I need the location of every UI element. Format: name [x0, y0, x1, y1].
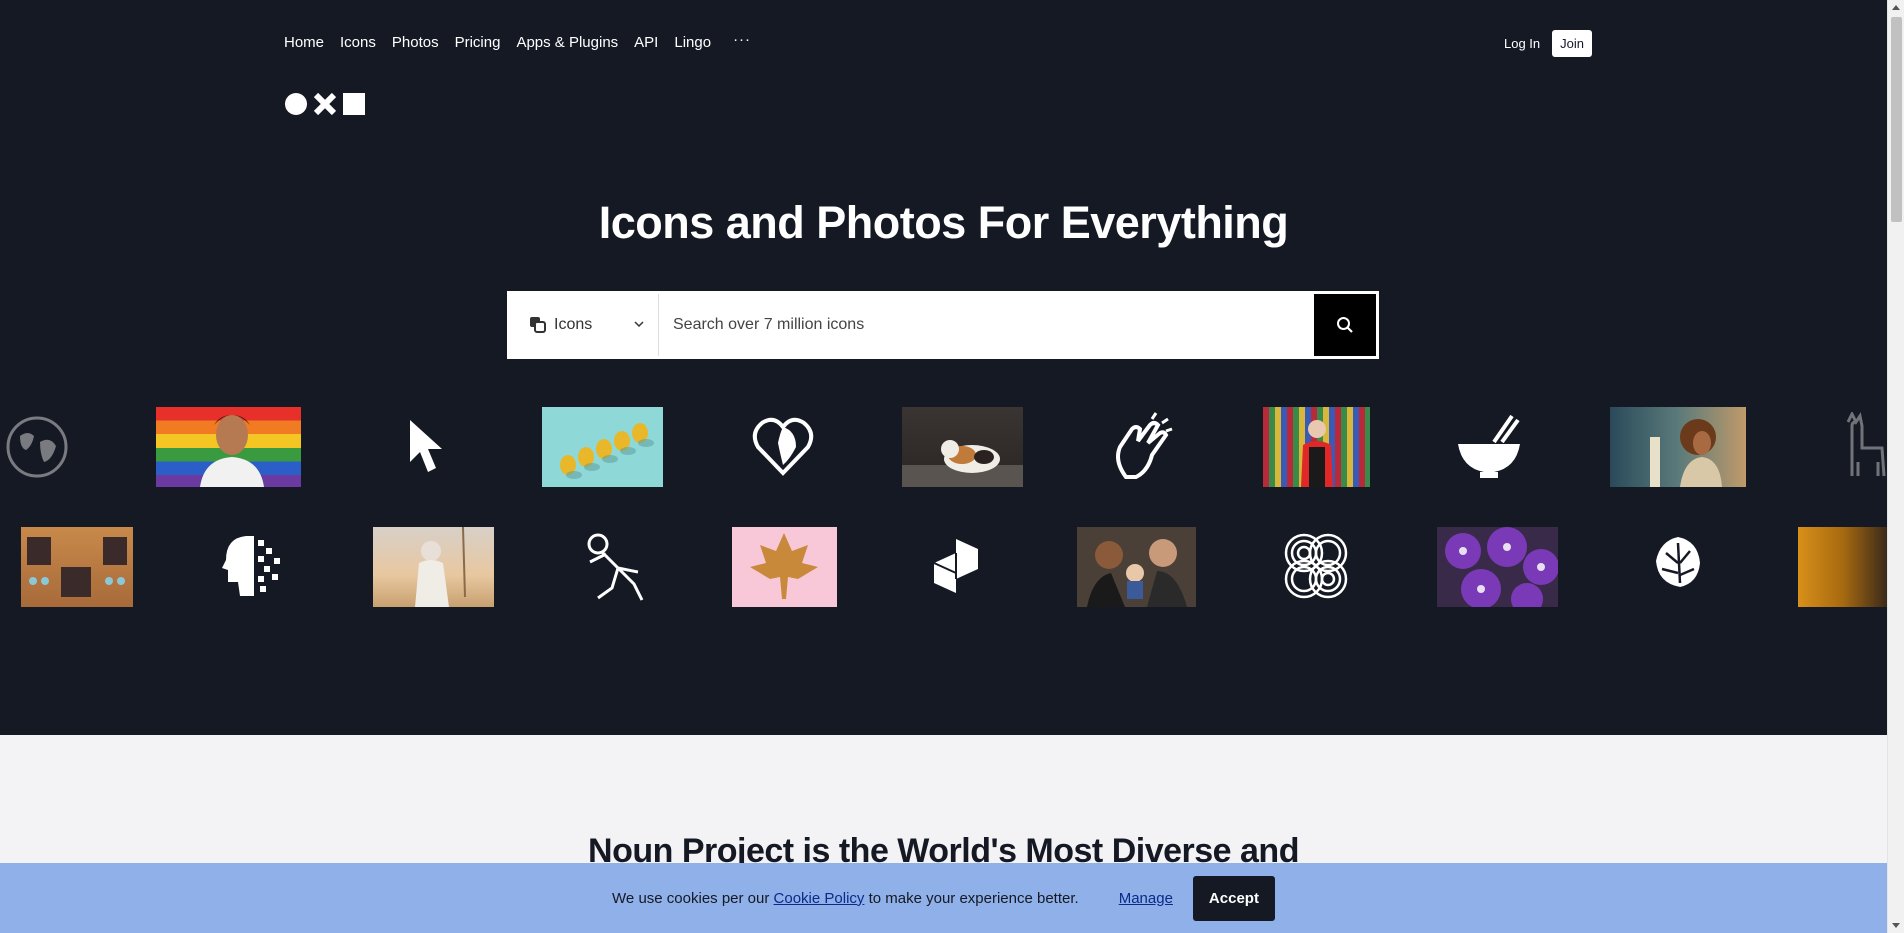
maple-leaf-photo[interactable]: [732, 527, 837, 607]
hero-section: Home Icons Photos Pricing Apps & Plugins…: [0, 0, 1887, 735]
monstera-leaf-icon[interactable]: [1650, 533, 1704, 599]
scroll-up-arrow-icon[interactable]: [1892, 5, 1900, 10]
family-photo[interactable]: [1077, 527, 1196, 607]
noun-project-logo[interactable]: [284, 92, 366, 116]
manage-cookies-link[interactable]: Manage: [1119, 890, 1173, 907]
nav-lingo[interactable]: Lingo: [674, 34, 711, 51]
logo-square-icon: [343, 93, 365, 115]
logo-cross-icon: [313, 92, 337, 116]
blocks-icon[interactable]: [928, 535, 984, 597]
chevron-down-icon: [634, 321, 644, 328]
accept-cookies-button[interactable]: Accept: [1192, 875, 1275, 921]
join-button[interactable]: Join: [1552, 30, 1593, 57]
globe-icon[interactable]: [6, 416, 68, 478]
scroll-thumb[interactable]: [1891, 17, 1902, 222]
spiral-knot-icon[interactable]: [1282, 531, 1350, 601]
cat-photo[interactable]: [902, 407, 1023, 487]
top-navigation: Home Icons Photos Pricing Apps & Plugins…: [284, 32, 751, 51]
cookie-text-after: to make your experience better.: [864, 889, 1079, 907]
login-link[interactable]: Log In: [1504, 36, 1540, 51]
heart-face-icon[interactable]: [750, 413, 816, 479]
search-type-dropdown[interactable]: Icons: [510, 294, 659, 356]
clapping-hands-icon[interactable]: [1108, 411, 1174, 481]
hero-title: Icons and Photos For Everything: [598, 197, 1289, 248]
cursor-icon[interactable]: [404, 416, 448, 478]
cookie-text-before: We use cookies per our: [612, 889, 774, 907]
red-jacket-photo[interactable]: [1263, 407, 1370, 487]
icons-type-icon: [530, 317, 546, 333]
pears-photo[interactable]: [542, 407, 663, 487]
pixel-head-icon[interactable]: [220, 532, 286, 600]
search-icon: [1337, 317, 1353, 333]
llama-icon[interactable]: [1842, 412, 1887, 480]
cookie-policy-link[interactable]: Cookie Policy: [774, 890, 865, 907]
nav-apps-plugins[interactable]: Apps & Plugins: [516, 34, 618, 51]
logo-circle-icon: [285, 93, 307, 115]
more-menu-icon[interactable]: ···: [733, 32, 751, 47]
auth-actions: Log In Join: [1504, 30, 1593, 57]
nav-icons[interactable]: Icons: [340, 34, 376, 51]
woman-surf-photo[interactable]: [1610, 407, 1746, 487]
page-scrollbar[interactable]: [1887, 0, 1904, 933]
stretch-figure-icon[interactable]: [578, 530, 650, 602]
bowl-chopsticks-icon[interactable]: [1454, 414, 1524, 480]
scroll-down-arrow-icon[interactable]: [1892, 923, 1900, 928]
petunia-photo[interactable]: [1437, 527, 1558, 607]
search-type-label: Icons: [554, 316, 593, 333]
cookie-banner: We use cookies per our Cookie Policy to …: [0, 863, 1887, 933]
search-bar: Icons: [507, 291, 1379, 359]
woman-boat-photo[interactable]: [373, 527, 494, 607]
amber-photo[interactable]: [1798, 527, 1887, 607]
search-button[interactable]: [1314, 294, 1376, 356]
balconies-photo[interactable]: [21, 527, 133, 607]
nav-home[interactable]: Home: [284, 34, 324, 51]
cookie-message: We use cookies per our Cookie Policy to …: [612, 890, 1079, 907]
nav-pricing[interactable]: Pricing: [455, 34, 501, 51]
nav-photos[interactable]: Photos: [392, 34, 439, 51]
nav-api[interactable]: API: [634, 34, 658, 51]
pride-flag-photo[interactable]: [156, 407, 301, 487]
search-input[interactable]: [659, 294, 1314, 356]
